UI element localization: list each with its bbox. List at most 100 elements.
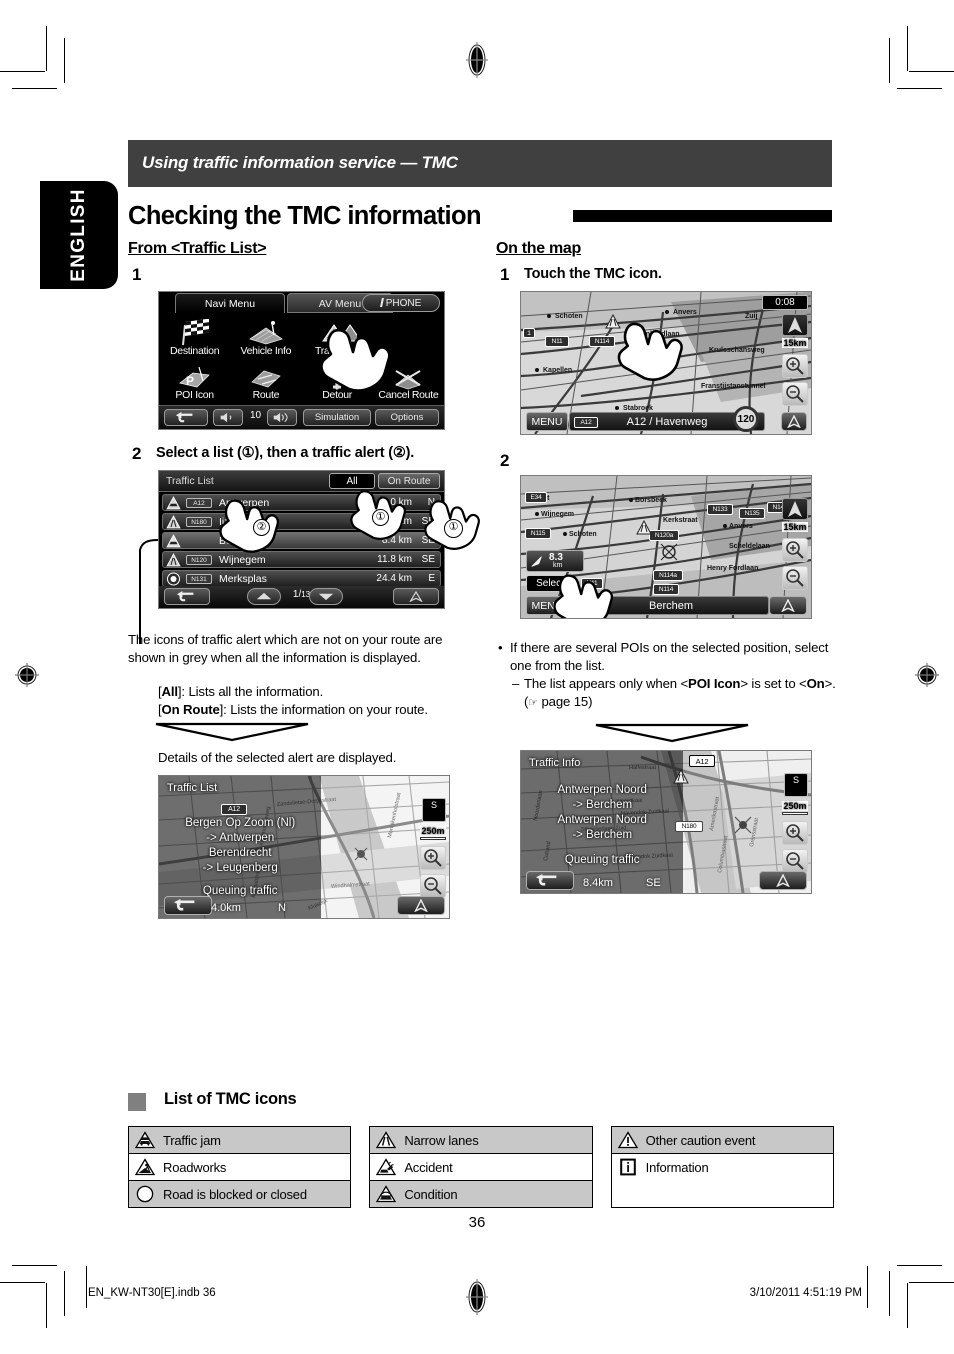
zoom-in-button[interactable]	[782, 354, 808, 378]
condition-icon	[375, 1184, 397, 1204]
left-step-2: 2 Select a list (①), then a traffic aler…	[128, 444, 473, 464]
navi-cell-poi-icon[interactable]: P POI Icon	[159, 359, 230, 403]
back-button[interactable]	[164, 588, 210, 605]
road-shield: N180	[186, 517, 212, 527]
navi-menu-bottom-bar: 10 Simulation Options	[159, 405, 444, 429]
simulation-button[interactable]: Simulation	[303, 409, 371, 426]
road-shield: N11	[545, 336, 569, 347]
navi-cell-label: POI Icon	[175, 389, 214, 401]
menu-button[interactable]: MENU	[526, 412, 568, 431]
tmc-alert-icon[interactable]	[636, 519, 652, 535]
tab-navi-menu[interactable]: Navi Menu	[175, 293, 285, 313]
map-scale: 15km	[782, 338, 808, 348]
back-button[interactable]	[164, 409, 208, 426]
svg-text:Zuij: Zuij	[745, 313, 757, 320]
page-up-button[interactable]	[247, 588, 281, 605]
zoom-out-button[interactable]	[782, 566, 808, 590]
select-button[interactable]: Select	[526, 575, 574, 592]
list-item: Other caution event	[611, 1127, 833, 1154]
road-shield: A12	[221, 803, 247, 815]
table-row[interactable]: N131 Merksplas 24.4 km E	[162, 570, 441, 587]
right-column: On the map 1 Touch the TMC icon. Schoten…	[496, 240, 841, 894]
list-item: Narrow lanes	[370, 1127, 592, 1154]
accident-icon	[375, 1157, 397, 1177]
right-step-1-number: 1	[500, 265, 510, 284]
alert-name: Wijnegem	[219, 554, 266, 566]
detail-title: Traffic List	[167, 781, 218, 794]
detail-line-1: Bergen Op Zoom (Nl)	[185, 816, 296, 829]
down-arrow-connector	[595, 723, 749, 743]
volume-value: 10	[250, 410, 262, 421]
phone-button[interactable]: PHONE	[362, 294, 440, 312]
language-tab-label: ENGLISH	[68, 188, 89, 282]
navi-menu-grid: Destination Vehicle Info Traffic List P …	[159, 315, 444, 403]
tmc-alert-icon[interactable]	[605, 313, 621, 329]
tmc-table-2: Narrow lanes Accident Condition	[369, 1126, 593, 1208]
bullet-dot: •	[498, 640, 503, 655]
navi-cell-detour[interactable]: Detour	[302, 359, 373, 403]
definition-all-text: ]: Lists all the information.	[177, 684, 324, 699]
navigation-button[interactable]	[759, 871, 807, 890]
zoom-in-button[interactable]	[782, 821, 808, 845]
page-down-button[interactable]	[309, 588, 343, 605]
detail-lines: Bergen Op Zoom (Nl) -> Antwerpen Berendr…	[159, 816, 321, 899]
subbullet-page: page 15)	[537, 693, 593, 709]
navi-cell-blank	[373, 315, 444, 359]
info-event: Queuing traffic	[564, 854, 640, 866]
navi-cell-destination[interactable]: Destination	[159, 315, 230, 359]
page-title-row: Checking the TMC information	[128, 201, 832, 231]
tmc-item-label: Information	[645, 1159, 709, 1175]
road-blocked-icon	[134, 1184, 156, 1204]
menu-button[interactable]: MENU	[526, 596, 568, 615]
compass-button[interactable]: S	[422, 797, 446, 822]
right-section-heading: On the map	[496, 240, 582, 257]
road-shield: A12	[574, 417, 598, 428]
navi-cell-label: Traffic List	[315, 345, 360, 357]
zoom-out-button[interactable]	[782, 382, 808, 406]
navigation-button[interactable]	[769, 596, 807, 615]
navi-cell-cancel-route[interactable]: Cancel Route	[373, 359, 444, 403]
compass-button[interactable]: S	[784, 773, 808, 797]
zoom-out-button[interactable]	[782, 849, 808, 873]
navigation-button[interactable]	[393, 588, 439, 605]
svg-text:Schoten: Schoten	[569, 531, 597, 538]
options-button[interactable]: Options	[375, 409, 439, 426]
back-button[interactable]	[164, 895, 212, 915]
table-row[interactable]: N180 Ijzerlaan 6.2 km SE	[162, 513, 441, 530]
definition-all: [All]: Lists all the information.	[158, 683, 473, 701]
svg-text:Havenbordlaan: Havenbordlaan	[629, 331, 680, 338]
navigation-button[interactable]	[781, 412, 807, 431]
tab-on-route[interactable]: On Route	[378, 473, 440, 489]
table-row[interactable]: Berchem 8.4 km SE	[162, 532, 441, 549]
navi-cell-vehicle-info[interactable]: Vehicle Info	[230, 315, 301, 359]
road-shield: N115	[525, 528, 551, 539]
cursor-distance-box: 8.3 km	[526, 550, 584, 572]
subbullet-pre: The list appears only when <	[524, 676, 689, 691]
table-row[interactable]: N120 Wijnegem 11.8 km SE	[162, 551, 441, 568]
svg-text:P: P	[186, 374, 194, 388]
navigation-button[interactable]	[397, 895, 445, 915]
map-clock: 0:08	[762, 295, 808, 310]
map-scale: 250m	[420, 825, 446, 840]
svg-text:Anvers: Anvers	[673, 309, 697, 316]
traffic-list-detail-screenshot: Zandvlietse-Dorpsstraat Monnikenhofstraa…	[158, 774, 450, 919]
volume-down-button[interactable]	[213, 409, 243, 426]
navi-cell-route[interactable]: Route	[230, 359, 301, 403]
volume-up-button[interactable]	[267, 409, 297, 426]
tab-all[interactable]: All	[329, 473, 375, 489]
narrow-lanes-icon	[375, 1130, 397, 1150]
right-step-1: 1 Touch the TMC icon.	[496, 265, 841, 285]
back-button[interactable]	[526, 871, 574, 890]
traffic-jam-icon	[166, 534, 181, 548]
navi-cell-traffic-list[interactable]: Traffic List	[302, 315, 373, 359]
zoom-in-button[interactable]	[782, 538, 808, 562]
traffic-info-title: Traffic Info	[529, 757, 581, 769]
grey-icons-note: The icons of traffic alert which are not…	[128, 632, 443, 665]
left-section-heading: From <Traffic List>	[128, 240, 267, 257]
table-row[interactable]: A12 Antwerpen 4.0 km N	[162, 494, 441, 511]
tmc-item-label: Road is blocked or closed	[163, 1186, 307, 1202]
zoom-out-button[interactable]	[420, 873, 446, 898]
map-scale: 250m	[782, 801, 808, 815]
zoom-in-button[interactable]	[420, 845, 446, 870]
navi-cell-label: Route	[252, 389, 280, 401]
